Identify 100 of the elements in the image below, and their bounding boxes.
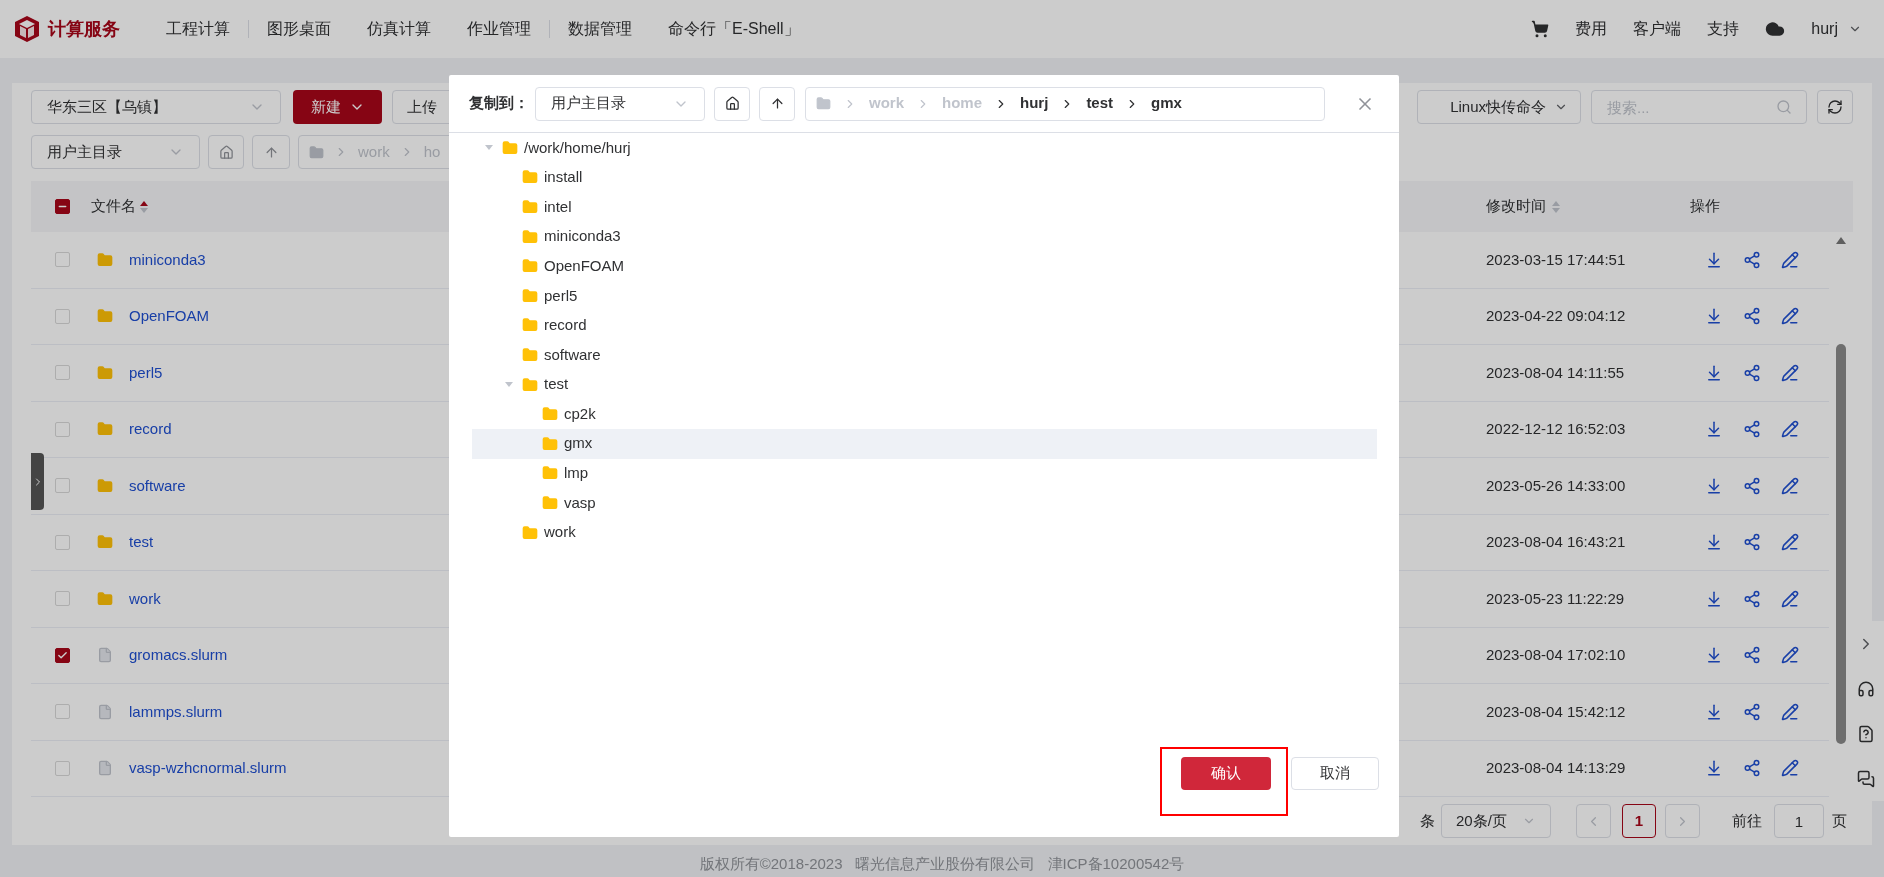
folder-icon (522, 169, 538, 186)
folder-icon (542, 406, 558, 423)
file-name-link[interactable]: test (129, 531, 154, 554)
folder-icon (522, 317, 538, 334)
edit-icon[interactable] (1781, 420, 1799, 439)
tree-label: intel (544, 196, 572, 217)
tree-label: work (544, 522, 576, 543)
page-size-select[interactable]: 20条/页 (1441, 804, 1551, 838)
download-icon[interactable] (1705, 646, 1723, 665)
folder-icon (522, 287, 538, 304)
edit-icon[interactable] (1781, 307, 1799, 326)
column-header[interactable]: 文件名 (91, 195, 148, 218)
edit-icon[interactable] (1781, 476, 1799, 495)
linux-command-select[interactable]: Linux快传命令 (1417, 90, 1581, 124)
download-icon[interactable] (1705, 250, 1723, 269)
download-icon[interactable] (1705, 363, 1723, 382)
share-icon[interactable] (1743, 646, 1761, 665)
column-header[interactable]: 修改时间 (1486, 195, 1560, 218)
header-link[interactable]: 费用 (1575, 17, 1608, 41)
collapse-tab[interactable] (31, 453, 44, 510)
refresh-button[interactable] (1817, 90, 1853, 124)
goto-page-field[interactable]: 1 (1774, 804, 1824, 838)
edit-icon[interactable] (1781, 702, 1799, 721)
header-link[interactable]: 客户端 (1633, 17, 1682, 41)
folder-icon (522, 258, 538, 275)
share-icon[interactable] (1743, 476, 1761, 495)
edit-icon[interactable] (1781, 250, 1799, 269)
scroll-up-arrow-icon[interactable] (1836, 237, 1846, 244)
file-name-link[interactable]: perl5 (129, 361, 163, 384)
download-icon[interactable] (1705, 589, 1723, 608)
new-button[interactable]: 新建 (293, 90, 382, 124)
download-icon[interactable] (1705, 476, 1723, 495)
edit-icon[interactable] (1781, 646, 1799, 665)
share-icon[interactable] (1743, 702, 1761, 721)
nav-link[interactable]: 仿真计算 (349, 17, 449, 41)
up-button[interactable] (759, 86, 795, 121)
edit-icon[interactable] (1781, 589, 1799, 608)
file-icon (97, 703, 113, 720)
checkbox[interactable] (54, 647, 70, 663)
share-icon[interactable] (1743, 250, 1761, 269)
modified-time: 2023-05-23 11:22:29 (1486, 588, 1625, 609)
header-link[interactable]: 支持 (1707, 17, 1740, 41)
file-name-link[interactable]: software (129, 474, 186, 497)
download-icon[interactable] (1705, 702, 1723, 721)
headset-icon[interactable] (1857, 679, 1875, 698)
file-name-link[interactable]: record (129, 418, 172, 441)
sort-icon[interactable] (140, 199, 148, 214)
download-icon[interactable] (1705, 759, 1723, 778)
nav-link[interactable]: 作业管理 (449, 17, 549, 41)
modified-time: 2023-08-04 17:02:10 (1486, 645, 1626, 665)
root-select[interactable]: 用户主目录 (31, 135, 200, 169)
share-icon[interactable] (1743, 759, 1761, 778)
folder-icon (542, 494, 558, 511)
cart-icon[interactable] (1531, 20, 1550, 38)
total-count: 条 (1420, 810, 1435, 831)
file-name-link[interactable]: gromacs.slurm (129, 644, 228, 667)
share-icon[interactable] (1743, 533, 1761, 552)
share-icon[interactable] (1743, 420, 1761, 439)
breadcrumb-item[interactable]: gmx (1151, 92, 1182, 115)
nav-link[interactable]: 命令行「E-Shell」 (650, 17, 818, 41)
user-menu[interactable]: hurj (1811, 17, 1862, 41)
chat-icon[interactable] (1857, 769, 1875, 788)
help-icon[interactable] (1857, 724, 1875, 743)
modified-time: 2023-08-04 14:13:29 (1486, 758, 1626, 778)
edit-icon[interactable] (1781, 759, 1799, 778)
share-icon[interactable] (1743, 363, 1761, 382)
tree-label: vasp (564, 492, 596, 513)
root-select[interactable]: 用户主目录 (535, 86, 705, 121)
file-name-link[interactable]: work (129, 587, 161, 610)
file-name-link[interactable]: lammps.slurm (129, 700, 223, 723)
file-name-link[interactable]: miniconda3 (129, 248, 206, 271)
download-icon[interactable] (1705, 533, 1723, 552)
home-icon (724, 96, 740, 111)
tree-item[interactable]: gmx (472, 428, 1377, 459)
home-button[interactable] (714, 86, 750, 121)
nav-link[interactable]: 数据管理 (550, 17, 650, 41)
cloud-icon[interactable] (1765, 19, 1786, 39)
cancel-button[interactable]: 取消 (1291, 757, 1379, 790)
folder-icon (309, 144, 324, 160)
file-name-link[interactable]: OpenFOAM (129, 305, 210, 328)
download-icon[interactable] (1705, 420, 1723, 439)
nav-link[interactable]: 图形桌面 (249, 17, 349, 41)
page-button[interactable]: 1 (1622, 804, 1656, 838)
goto-label: 前往 (1732, 810, 1762, 831)
scrollbar-thumb[interactable] (1836, 344, 1846, 744)
confirm-button[interactable]: 确认 (1181, 757, 1271, 790)
brand-name: 计算服务 (48, 17, 120, 41)
modified-time: 2023-05-26 14:33:00 (1486, 475, 1626, 496)
checkbox[interactable] (54, 199, 70, 214)
region-select[interactable]: 华东三区【乌镇】 (31, 90, 281, 124)
edit-icon[interactable] (1781, 363, 1799, 382)
file-name-link[interactable]: vasp-wzhcnormal.slurm (129, 757, 287, 780)
share-icon[interactable] (1743, 307, 1761, 326)
share-icon[interactable] (1743, 589, 1761, 608)
download-icon[interactable] (1705, 307, 1723, 326)
breadcrumb-item[interactable]: test (1086, 92, 1114, 115)
breadcrumb-item[interactable]: hurj (1020, 92, 1049, 115)
file-icon (97, 760, 113, 777)
edit-icon[interactable] (1781, 533, 1799, 552)
nav-link[interactable]: 工程计算 (148, 17, 248, 41)
